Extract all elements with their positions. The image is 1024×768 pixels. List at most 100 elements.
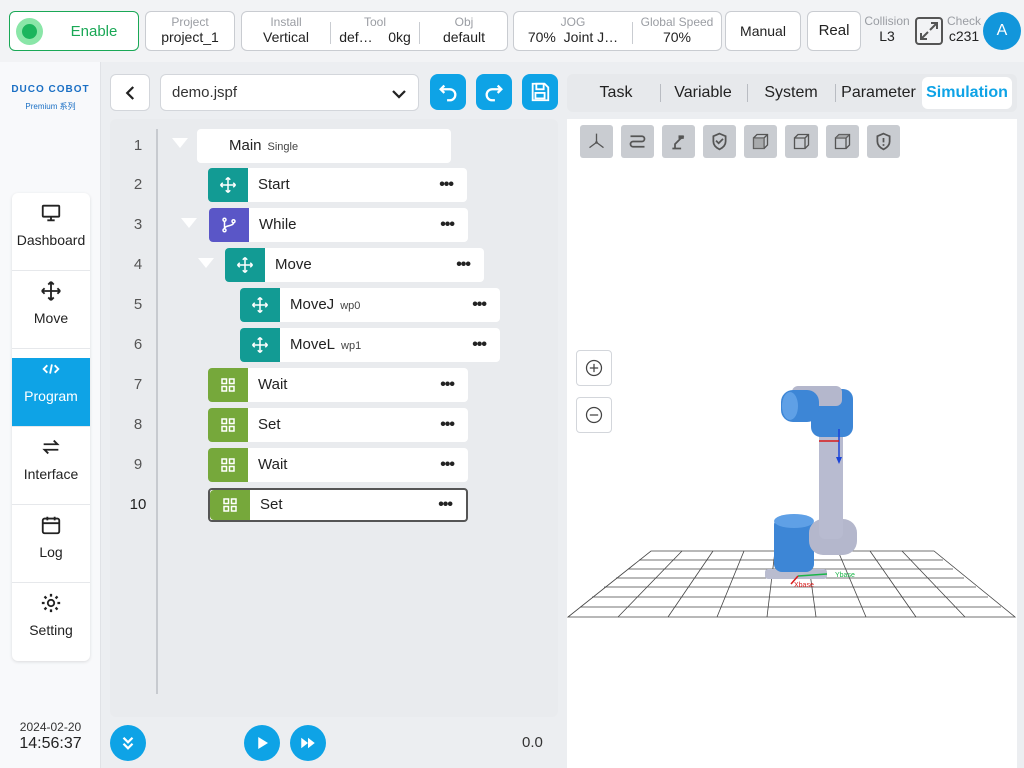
expand-icon[interactable] — [915, 17, 943, 45]
check-indicator[interactable]: Check c231 — [945, 11, 983, 45]
nav-label-interface: Interface — [23, 466, 79, 482]
real-sim-button[interactable]: Real — [807, 11, 861, 51]
zoom-in-button[interactable] — [576, 350, 612, 386]
cube-front-icon — [752, 133, 769, 150]
install-selector[interactable]: Install Vertical — [242, 12, 330, 50]
mode-manual-button[interactable]: Manual — [725, 11, 801, 51]
view-front-button[interactable] — [744, 125, 777, 158]
view-axes-button[interactable] — [580, 125, 613, 158]
enable-button[interactable]: Enable — [9, 11, 139, 51]
project-selector[interactable]: Project project_1 — [145, 11, 235, 51]
user-avatar[interactable]: A — [983, 12, 1021, 50]
shield-check-icon — [712, 132, 727, 151]
axes-icon — [589, 133, 604, 149]
fast-forward-button[interactable] — [290, 725, 326, 761]
top-status-bar: Enable Project project_1 Install Vertica… — [0, 0, 1024, 62]
obj-value: default — [442, 29, 486, 45]
undo-icon — [439, 84, 457, 102]
tree-node-movel[interactable]: MoveL wp1 ••• — [240, 328, 500, 362]
more-options-icon[interactable]: ••• — [440, 416, 455, 434]
step-into-button[interactable] — [110, 725, 146, 761]
nav-label-move: Move — [33, 310, 69, 326]
more-options-icon[interactable]: ••• — [472, 336, 487, 354]
node-title: Start — [258, 176, 290, 193]
collapse-triangle-icon[interactable] — [198, 258, 214, 268]
nav-label-program: Program — [24, 388, 78, 404]
jog-speed-group: JOG 70% Joint J… Global Speed 70% — [513, 11, 722, 51]
robot-3d-scene: Xbase Ybase — [567, 386, 1017, 618]
nav-item-log[interactable]: Log — [12, 514, 90, 583]
more-options-icon[interactable]: ••• — [440, 216, 455, 234]
sidebar: DUCO COBOT Premium 系列 Dashboard Move Pro… — [0, 62, 101, 768]
nav-item-setting[interactable]: Setting — [12, 592, 90, 661]
back-button[interactable] — [110, 74, 150, 111]
more-options-icon[interactable]: ••• — [439, 176, 454, 194]
grid-icon — [208, 448, 248, 482]
more-options-icon[interactable]: ••• — [440, 376, 455, 394]
run-button[interactable] — [244, 725, 280, 761]
tree-node-start[interactable]: Start ••• — [208, 168, 467, 202]
tree-node-move[interactable]: Move ••• — [225, 248, 484, 282]
swap-icon — [12, 436, 90, 458]
nav-item-program[interactable]: Program — [12, 358, 90, 427]
line-number: 2 — [133, 176, 143, 193]
tree-node-while[interactable]: While ••• — [209, 208, 468, 242]
logo-subtitle: Premium 系列 — [25, 102, 76, 111]
program-file-name: demo.jspf — [172, 84, 238, 101]
tab-parameter[interactable]: Parameter — [838, 74, 919, 112]
cube-top-icon — [834, 133, 851, 150]
more-options-icon[interactable]: ••• — [438, 496, 453, 514]
collapse-triangle-icon[interactable] — [172, 138, 188, 148]
simulation-viewport[interactable]: Xbase Ybase — [567, 119, 1017, 768]
install-value: Vertical — [263, 29, 309, 45]
code-icon — [12, 358, 90, 380]
tree-node-wait[interactable]: Wait ••• — [208, 448, 468, 482]
date-display: 2024-02-20 — [19, 720, 82, 734]
y-axis-label: Ybase — [835, 572, 855, 579]
play-icon — [258, 737, 268, 749]
move-icon — [225, 248, 265, 282]
tool-selector[interactable]: Tool def… 0kg — [331, 12, 419, 50]
jog-selector[interactable]: JOG 70% Joint J… — [514, 12, 632, 50]
collapse-triangle-icon[interactable] — [181, 218, 197, 228]
view-safety-button[interactable] — [703, 125, 736, 158]
program-file-select[interactable]: demo.jspf — [160, 74, 419, 111]
tree-node-set-selected[interactable]: Set ••• — [208, 488, 468, 522]
global-speed-selector[interactable]: Global Speed 70% — [633, 12, 721, 50]
undo-button[interactable] — [430, 74, 466, 110]
tab-variable[interactable]: Variable — [663, 74, 743, 112]
nav-item-interface[interactable]: Interface — [12, 436, 90, 505]
cube-side-icon — [793, 133, 810, 150]
tab-simulation[interactable]: Simulation — [922, 77, 1012, 109]
collision-indicator[interactable]: Collision L3 — [863, 11, 911, 45]
nav-item-move[interactable]: Move — [12, 280, 90, 349]
view-robot-button[interactable] — [662, 125, 695, 158]
line-number: 7 — [133, 376, 143, 393]
tree-node-main[interactable]: Main Single — [197, 129, 451, 163]
more-options-icon[interactable]: ••• — [472, 296, 487, 314]
check-value: c231 — [948, 28, 980, 44]
nav-item-dashboard[interactable]: Dashboard — [12, 202, 90, 271]
tree-node-movej[interactable]: MoveJ wp0 ••• — [240, 288, 500, 322]
tab-task[interactable]: Task — [575, 74, 657, 112]
fast-forward-icon — [301, 737, 315, 749]
save-button[interactable] — [522, 74, 558, 110]
zoom-in-icon — [585, 359, 603, 377]
tab-system[interactable]: System — [751, 74, 831, 112]
view-path-button[interactable] — [621, 125, 654, 158]
view-side-button[interactable] — [785, 125, 818, 158]
obj-selector[interactable]: Obj default — [420, 12, 508, 50]
grid-icon — [210, 490, 250, 520]
tree-node-wait[interactable]: Wait ••• — [208, 368, 468, 402]
view-top-button[interactable] — [826, 125, 859, 158]
zoom-out-button[interactable] — [576, 397, 612, 433]
tree-node-set[interactable]: Set ••• — [208, 408, 468, 442]
robot-arm-icon — [672, 135, 685, 150]
redo-button[interactable] — [476, 74, 512, 110]
move-icon — [208, 168, 248, 202]
more-options-icon[interactable]: ••• — [440, 456, 455, 474]
more-options-icon[interactable]: ••• — [456, 256, 471, 274]
nav-label-log: Log — [39, 544, 63, 560]
view-warning-button[interactable] — [867, 125, 900, 158]
install-tool-obj-group: Install Vertical Tool def… 0kg Obj defau… — [241, 11, 508, 51]
